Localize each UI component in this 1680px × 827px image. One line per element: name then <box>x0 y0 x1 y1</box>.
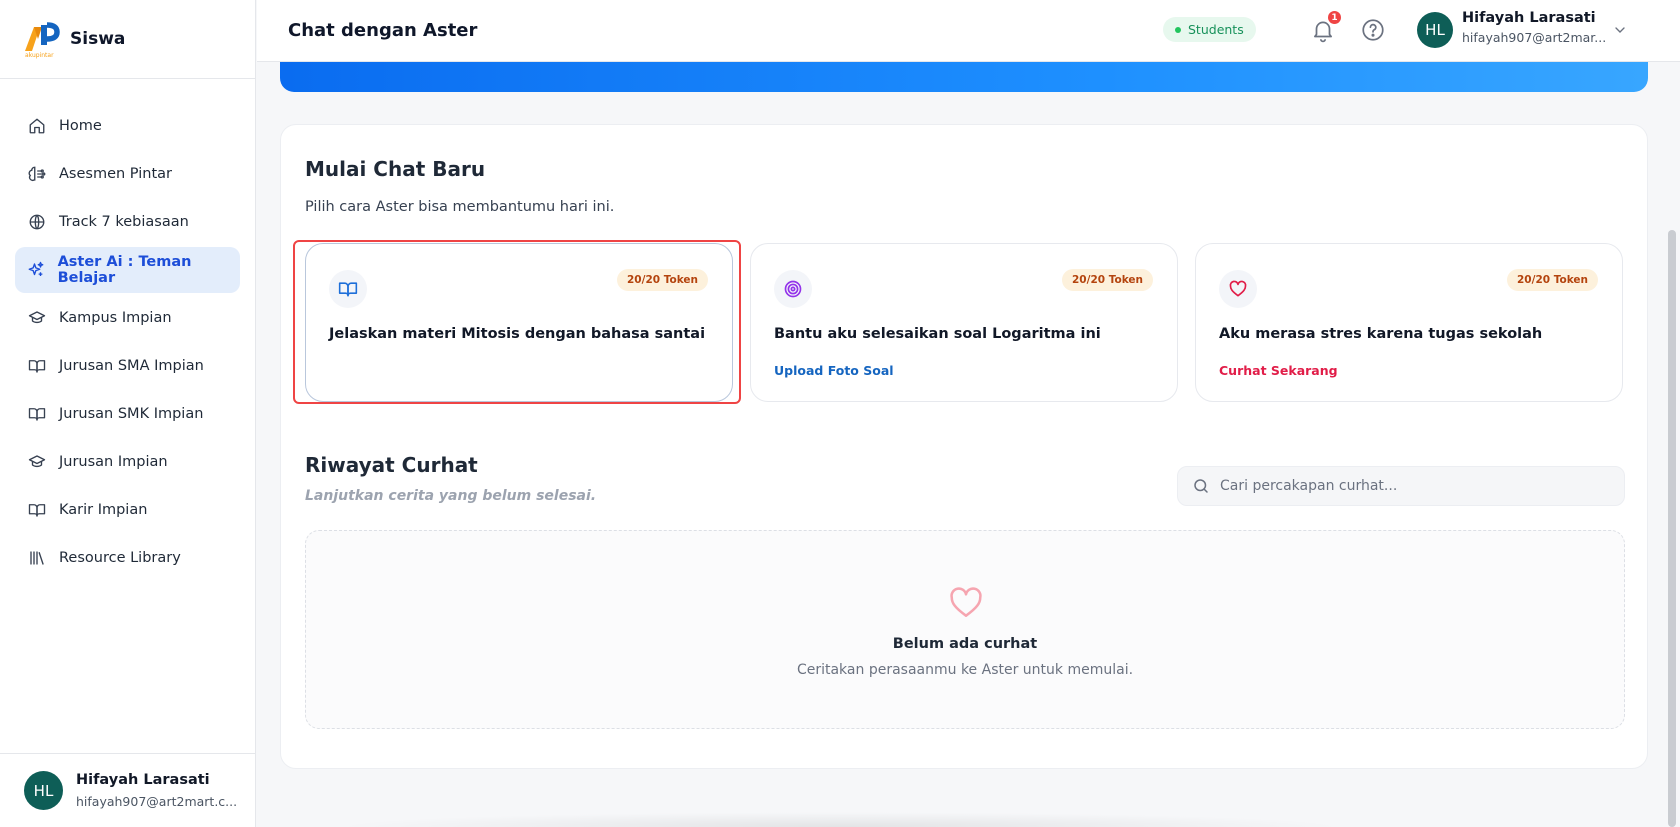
main-card: Mulai Chat Baru Pilih cara Aster bisa me… <box>280 124 1648 769</box>
selection-highlight <box>293 240 741 404</box>
token-badge: 20/20 Token <box>1062 269 1153 291</box>
chat-option-card[interactable]: 20/20 Token Aku merasa stres karena tuga… <box>1195 243 1623 402</box>
status-dot-icon <box>1175 26 1181 33</box>
sidebar-item-label: Karir Impian <box>59 502 148 518</box>
header-user-info[interactable]: Hifayah Larasati hifayah907@art2mar... <box>1462 10 1606 45</box>
empty-state-title: Belum ada curhat <box>892 636 1038 652</box>
target-icon <box>774 270 812 308</box>
app-logo: akupintar <box>22 19 62 59</box>
sidebar-item-jurusan-smk-impian[interactable]: Jurusan SMK Impian <box>15 391 240 437</box>
bottom-shadow <box>330 812 1350 827</box>
book-open-icon <box>27 404 47 424</box>
header-user-name: Hifayah Larasati <box>1462 10 1596 26</box>
empty-state-subtitle: Ceritakan perasaanmu ke Aster untuk memu… <box>796 662 1134 678</box>
heart-icon <box>1219 270 1257 308</box>
avatar: HL <box>24 771 63 810</box>
empty-state: Belum ada curhat Ceritakan perasaanmu ke… <box>305 530 1625 729</box>
chat-option-title: Bantu aku selesaikan soal Logaritma ini <box>774 326 1101 342</box>
user-email: hifayah907@art2mart.c... <box>76 794 238 809</box>
sidebar-item-label: Home <box>59 118 102 134</box>
sidebar-item-track-7-kebiasaan[interactable]: Track 7 kebiasaan <box>15 199 240 245</box>
library-icon <box>27 548 47 568</box>
sidebar-item-karir-impian[interactable]: Karir Impian <box>15 487 240 533</box>
token-badge: 20/20 Token <box>1507 269 1598 291</box>
page-title: Chat dengan Aster <box>288 20 478 41</box>
sparkles-icon <box>27 260 46 280</box>
sidebar-item-aster-ai[interactable]: Aster Ai : Teman Belajar <box>15 247 240 293</box>
search-icon <box>1192 477 1210 495</box>
home-icon <box>27 116 47 136</box>
sidebar-item-label: Jurusan SMA Impian <box>59 358 204 374</box>
sidebar-item-label: Track 7 kebiasaan <box>59 214 189 230</box>
upload-photo-link[interactable]: Upload Foto Soal <box>774 363 894 378</box>
sidebar-user-profile[interactable]: HL Hifayah Larasati hifayah907@art2mart.… <box>0 753 255 827</box>
sidebar-item-label: Resource Library <box>59 550 181 566</box>
new-chat-subtitle: Pilih cara Aster bisa membantumu hari in… <box>305 199 615 215</box>
sidebar-item-label: Kampus Impian <box>59 310 172 326</box>
notification-count-badge: 1 <box>1328 11 1341 24</box>
user-name: Hifayah Larasati <box>76 772 210 788</box>
top-header: Chat dengan Aster Students 1 HL Hifayah … <box>257 0 1680 62</box>
sidebar-item-resource-library[interactable]: Resource Library <box>15 535 240 581</box>
sidebar: akupintar Siswa Home Asesmen Pintar Trac… <box>0 0 256 827</box>
brand[interactable]: akupintar Siswa <box>0 0 255 79</box>
new-chat-title: Mulai Chat Baru <box>305 157 486 181</box>
graduation-cap-icon <box>27 452 47 472</box>
brand-name: Siswa <box>70 29 126 49</box>
sidebar-item-label: Jurusan Impian <box>59 454 168 470</box>
sidebar-item-jurusan-sma-impian[interactable]: Jurusan SMA Impian <box>15 343 240 389</box>
sidebar-nav: Home Asesmen Pintar Track 7 kebiasaan As… <box>0 79 255 581</box>
history-subtitle: Lanjutkan cerita yang belum selesai. <box>305 488 597 504</box>
sidebar-item-kampus-impian[interactable]: Kampus Impian <box>15 295 240 341</box>
graduation-cap-icon <box>27 308 47 328</box>
globe-icon <box>27 212 47 232</box>
sidebar-item-home[interactable]: Home <box>15 103 240 149</box>
header-user-email: hifayah907@art2mar... <box>1462 30 1607 45</box>
role-badge: Students <box>1163 17 1256 42</box>
heart-icon <box>946 584 986 622</box>
hero-banner <box>280 62 1648 92</box>
history-title: Riwayat Curhat <box>305 453 478 477</box>
book-open-icon <box>27 356 47 376</box>
sidebar-item-label: Asesmen Pintar <box>59 166 172 182</box>
role-badge-label: Students <box>1188 22 1244 37</box>
header-avatar[interactable]: HL <box>1417 12 1453 48</box>
scrollbar[interactable] <box>1668 230 1676 827</box>
chevron-down-icon[interactable] <box>1612 22 1628 38</box>
help-icon[interactable] <box>1360 17 1386 43</box>
sidebar-item-asesmen-pintar[interactable]: Asesmen Pintar <box>15 151 240 197</box>
sidebar-item-jurusan-impian[interactable]: Jurusan Impian <box>15 439 240 485</box>
sidebar-item-label: Aster Ai : Teman Belajar <box>57 254 192 286</box>
book-open-icon <box>27 500 47 520</box>
logo-caption: akupintar <box>25 52 54 59</box>
history-search <box>1177 466 1625 506</box>
brain-icon <box>27 164 47 184</box>
chat-option-card[interactable]: 20/20 Token Bantu aku selesaikan soal Lo… <box>750 243 1178 402</box>
search-input[interactable] <box>1220 478 1600 494</box>
chat-option-title: Aku merasa stres karena tugas sekolah <box>1219 326 1543 342</box>
curhat-now-link[interactable]: Curhat Sekarang <box>1219 363 1338 378</box>
sidebar-item-label: Jurusan SMK Impian <box>59 406 204 422</box>
